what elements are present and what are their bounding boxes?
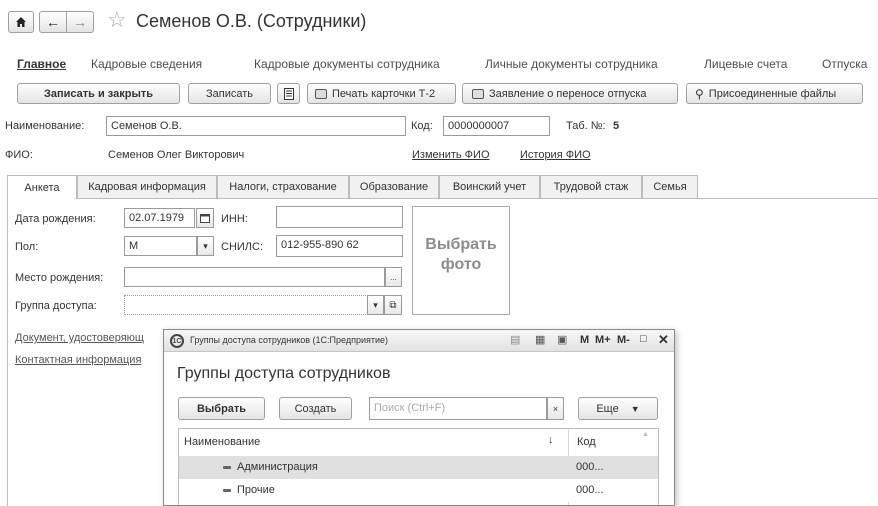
code-field[interactable]: 0000000007	[443, 116, 550, 136]
report-button[interactable]	[277, 83, 300, 104]
more-button[interactable]: Еще ▼	[578, 397, 658, 420]
code-label: Код:	[411, 120, 433, 132]
dialog-heading: Группы доступа сотрудников	[177, 365, 391, 382]
paperclip-icon: ⚲	[695, 86, 704, 101]
snils-field[interactable]: 012-955-890 62	[276, 235, 403, 257]
birth-date-field[interactable]: 02.07.1979	[124, 208, 195, 228]
access-groups-dialog: 1С Группы доступа сотрудников (1С:Предпр…	[163, 329, 675, 506]
photo-label-2: фото	[440, 255, 482, 273]
photo-label-1: Выбрать	[425, 235, 497, 253]
printer-icon	[315, 88, 327, 99]
nav-item-personal-docs[interactable]: Личные документы сотрудника	[485, 57, 658, 71]
search-input[interactable]: Поиск (Ctrl+F)	[369, 397, 547, 420]
tab-number-value: 5	[613, 120, 620, 132]
create-button[interactable]: Создать	[279, 397, 352, 420]
inn-field[interactable]	[276, 206, 403, 228]
document-icon	[283, 87, 294, 100]
birth-place-label: Место рождения:	[15, 272, 104, 284]
access-group-field[interactable]	[124, 295, 368, 315]
select-button[interactable]: Выбрать	[178, 397, 265, 420]
sort-arrow-icon: ↓	[548, 434, 554, 446]
table-icon[interactable]: ▦	[535, 333, 545, 346]
transfer-leave-button[interactable]: Заявление о переносе отпуска	[462, 83, 678, 104]
photo-select-area[interactable]: Выбрать фото	[412, 206, 510, 315]
back-button[interactable]: ←	[39, 11, 67, 33]
chevron-down-icon: ▾	[373, 299, 378, 310]
nav-item-hr-info[interactable]: Кадровые сведения	[91, 57, 202, 71]
column-header-name[interactable]: Наименование	[184, 436, 260, 448]
group-item-icon	[223, 466, 231, 469]
window-title: Семенов О.В. (Сотрудники)	[136, 11, 367, 31]
row-code: 000...	[576, 461, 604, 473]
nav-item-hr-docs[interactable]: Кадровые документы сотрудника	[254, 57, 440, 71]
row-name: Прочие	[237, 484, 275, 496]
nav-item-accounts[interactable]: Лицевые счета	[704, 57, 787, 71]
tab-education[interactable]: Образование	[349, 175, 439, 198]
search-clear-button[interactable]: ×	[547, 397, 564, 420]
column-header-code[interactable]: Код	[577, 436, 596, 448]
nav-item-vacations[interactable]: Отпуска	[822, 57, 867, 71]
maximize-icon[interactable]: □	[640, 333, 647, 345]
name-label: Наименование:	[5, 120, 85, 132]
1c-logo-icon: 1С	[170, 334, 184, 348]
memory-minus-button[interactable]: M-	[617, 334, 630, 346]
calendar-icon[interactable]: ▣	[557, 333, 567, 346]
open-form-icon: ⧉	[389, 299, 397, 311]
printer-icon	[472, 88, 484, 99]
star-icon[interactable]: ☆	[107, 8, 127, 32]
dialog-title: Группы доступа сотрудников (1С:Предприят…	[190, 335, 389, 345]
birth-date-label: Дата рождения:	[15, 213, 96, 225]
name-field[interactable]: Семенов О.В.	[106, 116, 406, 136]
id-document-link[interactable]: Документ, удостоверяющ	[15, 332, 144, 344]
access-group-open-button[interactable]: ⧉	[384, 295, 402, 315]
tab-military[interactable]: Воинский учет	[439, 175, 540, 198]
table-row[interactable]: Администрация 000...	[179, 456, 658, 479]
gender-label: Пол:	[15, 241, 39, 253]
table-row[interactable]: Прочие 000...	[179, 479, 658, 502]
tab-taxes[interactable]: Налоги, страхование	[217, 175, 349, 198]
tab-questionnaire[interactable]: Анкета	[7, 175, 77, 199]
group-item-icon	[223, 489, 231, 492]
row-code: 000...	[576, 484, 604, 496]
ellipsis-icon: ...	[390, 272, 397, 282]
doc-icon[interactable]: ▤	[510, 333, 520, 346]
row-name: Администрация	[237, 461, 318, 473]
arrow-right-icon: →	[73, 14, 87, 30]
fio-label: ФИО:	[5, 149, 33, 161]
access-group-label: Группа доступа:	[15, 300, 97, 312]
fio-history-link[interactable]: История ФИО	[520, 149, 591, 161]
fio-value: Семенов Олег Викторович	[108, 149, 245, 161]
print-t2-button[interactable]: Печать карточки Т-2	[307, 83, 456, 104]
snils-label: СНИЛС:	[221, 241, 264, 253]
home-icon	[16, 17, 26, 27]
chevron-down-icon: ▼	[630, 403, 640, 414]
save-and-close-button[interactable]: Записать и закрыть	[17, 83, 180, 104]
save-button[interactable]: Записать	[188, 83, 271, 104]
chevron-down-icon: ▾	[203, 240, 208, 251]
gender-select[interactable]: М	[124, 236, 197, 256]
calendar-icon	[200, 213, 210, 223]
nav-item-main[interactable]: Главное	[17, 57, 66, 71]
scroll-up-icon[interactable]: ▲	[642, 431, 649, 438]
arrow-left-icon: ←	[46, 14, 60, 30]
tab-hr-info[interactable]: Кадровая информация	[77, 175, 217, 198]
gender-dropdown-button[interactable]: ▾	[197, 236, 214, 256]
tab-family[interactable]: Семья	[642, 175, 698, 198]
close-icon[interactable]: ✕	[658, 332, 669, 348]
memory-m-button[interactable]: M	[580, 334, 589, 346]
birth-place-select-button[interactable]: ...	[385, 267, 402, 287]
access-group-dropdown-button[interactable]: ▾	[367, 295, 384, 315]
attached-files-button[interactable]: ⚲ Присоединенные файлы	[686, 83, 863, 104]
forward-button[interactable]: →	[66, 11, 94, 33]
birth-place-field[interactable]	[124, 267, 385, 287]
memory-plus-button[interactable]: M+	[595, 334, 611, 346]
tab-number-label: Таб. №:	[566, 120, 606, 132]
tab-work-experience[interactable]: Трудовой стаж	[540, 175, 642, 198]
home-button[interactable]	[8, 11, 34, 33]
change-fio-link[interactable]: Изменить ФИО	[412, 149, 490, 161]
calendar-button[interactable]	[196, 208, 214, 228]
contact-info-link[interactable]: Контактная информация	[15, 354, 141, 366]
inn-label: ИНН:	[221, 213, 248, 225]
clear-icon: ×	[552, 403, 559, 414]
